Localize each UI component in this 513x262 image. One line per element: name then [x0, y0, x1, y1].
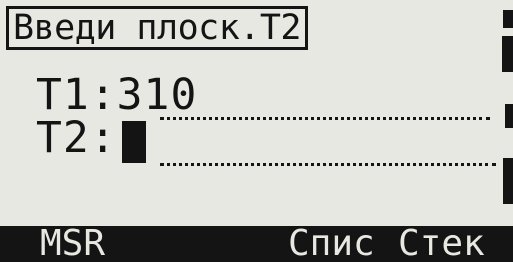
t2-label: T2: [36, 113, 117, 163]
status-mark-middle [505, 104, 513, 128]
t1-value: 310 [116, 70, 198, 120]
msr-softkey[interactable]: MSR [40, 226, 105, 262]
softkey-bar: MSR Спис Стек [0, 226, 513, 262]
stack-softkey[interactable]: Стек [398, 226, 485, 262]
t1-underline [160, 117, 490, 120]
t1-field[interactable]: T1:310 [36, 74, 197, 117]
list-softkey[interactable]: Спис [288, 226, 375, 262]
t2-underline [160, 163, 496, 166]
status-mark-top [503, 10, 513, 28]
text-cursor [122, 121, 146, 163]
status-mark-second [502, 36, 513, 72]
t2-field[interactable]: T2: [36, 117, 117, 160]
status-mark-bottom [503, 158, 513, 204]
instrument-screen: Введи плоск.T2 T1:310 T2: MSR Спис Стек [0, 0, 513, 262]
prompt-title: Введи плоск.T2 [6, 6, 309, 50]
right-edge-indicators [501, 0, 513, 225]
